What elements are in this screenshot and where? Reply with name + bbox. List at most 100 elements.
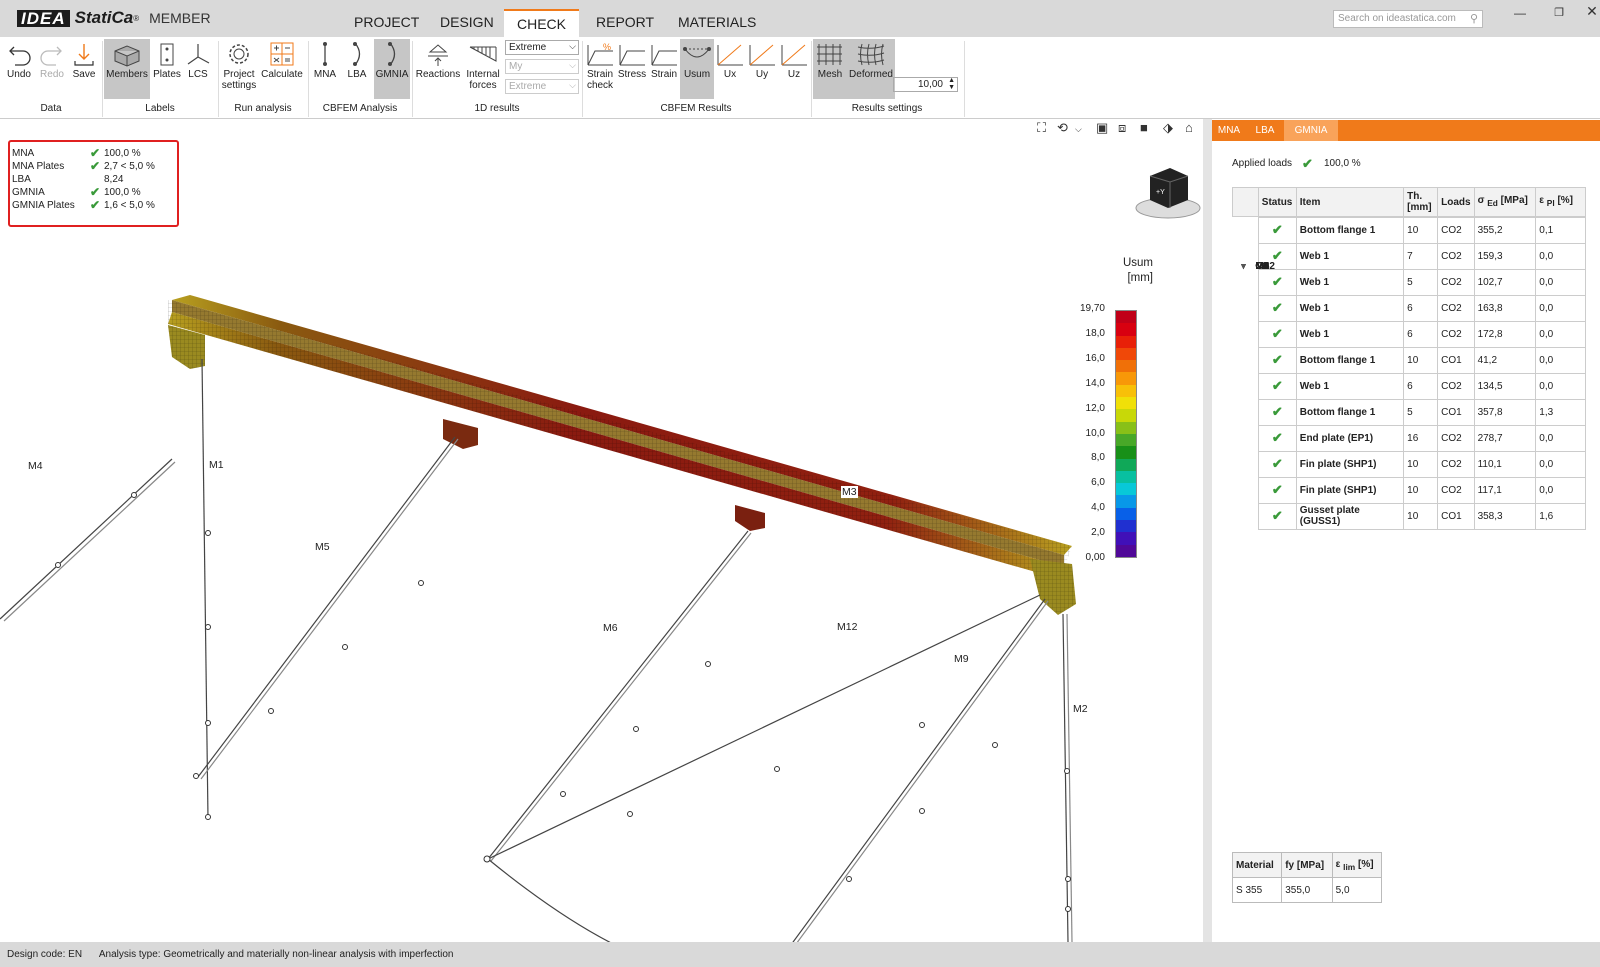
gmnia-button[interactable]: GMNIA (374, 39, 410, 99)
panel-splitter[interactable] (1203, 119, 1212, 942)
lba-button[interactable]: LBA (342, 39, 372, 99)
tab-report[interactable]: REPORT (596, 14, 654, 30)
calculate-button[interactable]: Calculate (260, 39, 304, 99)
col-sigma[interactable]: σ Ed [MPa] (1473, 187, 1537, 217)
result-extreme2-select[interactable]: Extreme ⌵ (505, 79, 579, 94)
table-group-row[interactable]: ▼ C4 (1233, 254, 1272, 280)
table-row[interactable]: ✔ End plate (EP1) 16 CO2 278,7 0,0 (1233, 424, 1586, 452)
restore-icon[interactable]: ❐ (1551, 6, 1567, 19)
deformation-scale-input[interactable]: 10,00 ▲ ▼ (893, 77, 958, 92)
rotate-view-icon[interactable]: ⟲ (1057, 120, 1068, 136)
cell-sigma: 102,7 (1473, 268, 1537, 296)
member-label-m3[interactable]: M3 (841, 486, 858, 498)
usum-button[interactable]: Usum (680, 39, 714, 99)
tab-design[interactable]: DESIGN (440, 14, 494, 30)
uz-button[interactable]: Uz (778, 39, 810, 99)
member-label-m5[interactable]: M5 (314, 541, 331, 553)
uy-button[interactable]: Uy (746, 39, 778, 99)
member-label-m12[interactable]: M12 (836, 621, 859, 633)
strain-check-button[interactable]: % Strain check (584, 39, 616, 99)
result-component-select[interactable]: My ⌵ (505, 59, 579, 74)
table-row[interactable]: ✔ Web 1 6 CO2 163,8 0,0 (1233, 294, 1586, 322)
lcs-button[interactable]: LCS (184, 39, 212, 99)
deformed-button[interactable]: Deformed (847, 39, 895, 99)
table-row[interactable]: ✔ Bottom flange 1 10 CO2 355,2 0,1 (1233, 216, 1586, 244)
tab-materials[interactable]: MATERIALS (678, 14, 756, 30)
home-view-icon[interactable]: ⌂ (1185, 120, 1193, 135)
panel-tab-lba[interactable]: LBA (1246, 120, 1284, 141)
plates-button[interactable]: Plates (152, 39, 182, 99)
mesh-label: Mesh (817, 69, 843, 80)
col-status[interactable]: Status (1257, 187, 1297, 217)
col-eps[interactable]: ε Pl [%] (1535, 187, 1586, 217)
col-item[interactable]: Item (1295, 187, 1405, 217)
table-row[interactable]: ✔ Fin plate (SHP1) 10 CO2 117,1 0,0 (1233, 476, 1586, 504)
model-viewport[interactable]: M4 M1 M5 M6 M3 M12 M9 M2 (0, 119, 1203, 942)
reactions-button[interactable]: Reactions (414, 39, 462, 99)
redo-button[interactable]: Redo (36, 39, 68, 99)
col-loads[interactable]: Loads (1437, 187, 1475, 217)
close-icon[interactable]: ✕ (1584, 3, 1600, 20)
internal-forces-button[interactable]: Internal forces (462, 39, 504, 99)
save-button[interactable]: Save (68, 39, 100, 99)
member-label-m2[interactable]: M2 (1072, 703, 1089, 715)
result-extreme-select[interactable]: Extreme ⌵ (505, 40, 579, 55)
chevron-down-icon[interactable]: ⌵ (1075, 124, 1082, 135)
legend-color-cell (1116, 507, 1136, 521)
mesh-button[interactable]: Mesh (813, 39, 847, 99)
tab-project[interactable]: PROJECT (354, 14, 419, 30)
legend-title-quantity: Usum (1122, 257, 1153, 269)
member-label-m1[interactable]: M1 (208, 459, 225, 471)
panel-tab-gmnia[interactable]: GMNIA (1284, 120, 1338, 141)
table-row[interactable]: ✔ Fin plate (SHP1) 10 CO2 110,1 0,0 (1233, 450, 1586, 478)
view-wireframe-icon[interactable]: ⧈ (1118, 120, 1126, 136)
internal-forces-icon (469, 46, 497, 62)
table-row[interactable]: ✔ Bottom flange 1 5 CO1 357,8 1,3 (1233, 398, 1586, 426)
minimize-icon[interactable]: — (1512, 6, 1528, 20)
project-settings-button[interactable]: Project settings (220, 39, 258, 99)
check-icon: ✔ (1271, 222, 1283, 237)
search-icon[interactable]: ⚲ (1470, 12, 1478, 25)
save-icon (74, 44, 94, 66)
cell-item: Web 1 (1295, 320, 1405, 348)
table-row[interactable]: ✔ Web 1 7 CO2 159,3 0,0 (1233, 242, 1586, 270)
logo-statica: StatiCa (74, 8, 134, 27)
navigation-cube-icon[interactable]: +Y (1132, 162, 1204, 222)
panel-tab-mna[interactable]: MNA (1212, 120, 1246, 141)
spinner-arrows-icon[interactable]: ▲ ▼ (948, 77, 955, 91)
fullscreen-icon[interactable]: ⛶ (1037, 120, 1046, 136)
member-label-m6[interactable]: M6 (602, 622, 619, 634)
legend-title-unit: [mm] (1127, 272, 1153, 284)
stress-button[interactable]: Stress (616, 39, 648, 99)
cell-th: 5 (1403, 398, 1439, 426)
cell-eps: 0,0 (1535, 372, 1586, 400)
strain-button[interactable]: Strain (648, 39, 680, 99)
ux-button[interactable]: Ux (714, 39, 746, 99)
tab-check[interactable]: CHECK (504, 9, 579, 37)
undo-button[interactable]: Undo (2, 39, 36, 99)
status-bar: Design code: EN Analysis type: Geometric… (0, 942, 1600, 967)
member-label-m4[interactable]: M4 (27, 460, 44, 472)
collapse-triangle-icon[interactable]: ▼ (1240, 262, 1248, 271)
mna-button[interactable]: MNA (310, 39, 340, 99)
view-solid-icon[interactable]: ▣ (1096, 120, 1108, 136)
check-icon: ✔ (1271, 482, 1283, 497)
cell-item: Web 1 (1295, 372, 1405, 400)
members-button[interactable]: Members (104, 39, 150, 99)
table-row[interactable]: ✔ Web 1 6 CO2 172,8 0,0 (1233, 320, 1586, 348)
view-cube-icon[interactable]: ■ (1140, 120, 1148, 135)
ribbon-separator (964, 41, 965, 117)
mna-label: MNA (313, 69, 337, 80)
table-row[interactable]: ✔ Bottom flange 1 10 CO1 41,2 0,0 (1233, 346, 1586, 374)
col-thickness[interactable]: Th. [mm] (1403, 187, 1439, 217)
legend-color-cell (1116, 384, 1136, 398)
member-label-m9[interactable]: M9 (953, 653, 970, 665)
view-section-icon[interactable]: ⬗ (1163, 120, 1173, 136)
search-input[interactable]: Search on ideastatica.com ⚲ (1333, 10, 1483, 28)
summary-label: MNA Plates (12, 161, 65, 172)
table-row[interactable]: ✔ Web 1 6 CO2 134,5 0,0 (1233, 372, 1586, 400)
table-row[interactable]: ✔ Web 1 5 CO2 102,7 0,0 (1233, 268, 1586, 296)
ux-label: Ux (723, 69, 737, 80)
cell-loads: CO2 (1437, 476, 1475, 504)
table-row[interactable]: ✔ Gusset plate (GUSS1) 10 CO1 358,3 1,6 (1233, 502, 1586, 530)
